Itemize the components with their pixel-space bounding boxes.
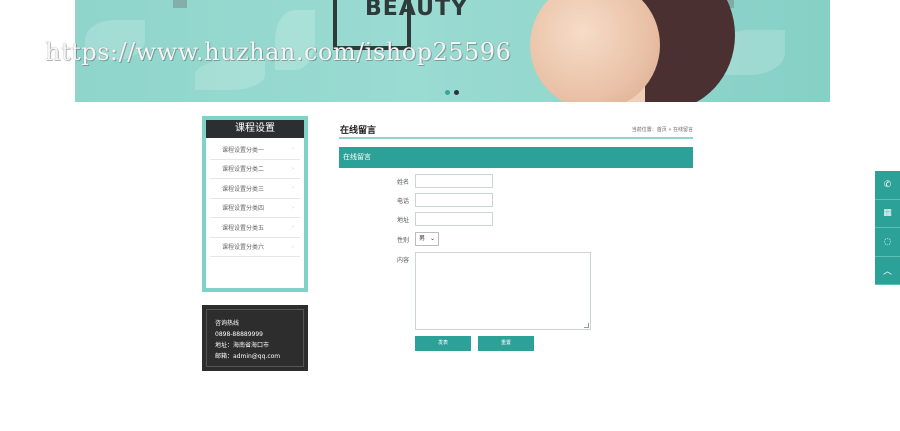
reset-button[interactable]: 重置 (478, 336, 534, 351)
sidebar-item-5[interactable]: 课程设置分类五 › (210, 218, 300, 238)
address-label: 地址 (397, 217, 410, 224)
name-input[interactable] (415, 174, 493, 188)
hotline-phone: 0898-88889999 (215, 331, 263, 338)
sidebar-item-label: 课程设置分类六 (222, 244, 265, 252)
sidebar: 课程设置 课程设置分类一 › 课程设置分类二 › 课程设置分类三 › 课程设置分类四 ›… (202, 116, 308, 292)
phone-label: 电话 (397, 198, 410, 205)
phone-input[interactable] (415, 193, 493, 207)
phone-icon[interactable]: ✆ (875, 171, 900, 200)
chevron-right-icon: › (292, 165, 294, 172)
sidebar-item-3[interactable]: 课程设置分类三 › (210, 179, 300, 199)
chevron-right-icon: › (292, 224, 294, 231)
chevron-right-icon: › (292, 146, 294, 153)
model-face (530, 0, 660, 102)
gender-select[interactable]: 男 ⌄ (415, 232, 439, 246)
back-to-top-icon[interactable]: ︿ (875, 256, 900, 285)
banner-pagination (445, 90, 459, 95)
chevron-down-icon: ⌄ (429, 235, 435, 242)
address-input[interactable] (415, 212, 493, 226)
sidebar-list: 课程设置分类一 › 课程设置分类二 › 课程设置分类三 › 课程设置分类四 › 课程设置… (206, 138, 304, 259)
banner-brand-text: BEAUTY (365, 0, 468, 21)
float-toolbar: ✆ ▦ ◌ ︿ (875, 171, 900, 285)
section-bar: 在线留言 (339, 147, 693, 168)
gender-value: 男 (419, 235, 426, 242)
content-header: 在线留言 当前位置：首页 » 在线留言 (339, 120, 693, 139)
sidebar-inner: 课程设置 课程设置分类一 › 课程设置分类二 › 课程设置分类三 › 课程设置分类四 ›… (206, 120, 304, 288)
qq-icon[interactable]: ◌ (875, 228, 900, 257)
content-label: 内容 (397, 257, 410, 264)
name-label: 姓名 (397, 179, 410, 186)
chevron-right-icon: › (292, 204, 294, 211)
banner-dot-1[interactable] (445, 90, 450, 95)
banner-prev-arrow[interactable] (173, 0, 187, 8)
page-title: 在线留言 (340, 126, 377, 136)
sidebar-item-label: 课程设置分类一 (222, 146, 265, 154)
sidebar-item-2[interactable]: 课程设置分类二 › (210, 160, 300, 179)
chevron-right-icon: › (292, 243, 294, 250)
contact-address: 地址：海南省海口市 (215, 342, 270, 349)
page: BEAUTY https://www.huzhan.com/ishop25596… (0, 0, 900, 431)
sidebar-item-label: 课程设置分类三 (222, 185, 265, 193)
sidebar-item-label: 课程设置分类二 (222, 166, 265, 174)
watermark: https://www.huzhan.com/ishop25596 (45, 38, 512, 66)
sidebar-item-6[interactable]: 课程设置分类六 › (210, 238, 300, 257)
resize-grip-icon[interactable] (584, 323, 589, 328)
sidebar-item-label: 课程设置分类五 (222, 224, 265, 232)
submit-button[interactable]: 发表 (415, 336, 471, 351)
content-textarea[interactable] (415, 252, 591, 330)
sidebar-item-1[interactable]: 课程设置分类一 › (210, 140, 300, 160)
contact-inner: 咨询热线 0898-88889999 地址：海南省海口市 邮箱：admin@qq… (206, 309, 304, 367)
contact-email: 邮箱：admin@qq.com (215, 353, 281, 360)
sidebar-item-4[interactable]: 课程设置分类四 › (210, 199, 300, 218)
hotline-label: 咨询热线 (215, 320, 240, 327)
banner-dot-2[interactable] (454, 90, 459, 95)
chevron-right-icon: › (292, 185, 294, 192)
sidebar-title: 课程设置 (206, 120, 304, 138)
contact-box: 咨询热线 0898-88889999 地址：海南省海口市 邮箱：admin@qq… (202, 305, 308, 371)
breadcrumb: 当前位置：首页 » 在线留言 (631, 127, 693, 133)
sidebar-item-label: 课程设置分类四 (222, 205, 265, 213)
gender-label: 性别 (397, 237, 410, 244)
qrcode-icon[interactable]: ▦ (875, 199, 900, 228)
main-content: 在线留言 当前位置：首页 » 在线留言 在线留言 (339, 120, 693, 168)
